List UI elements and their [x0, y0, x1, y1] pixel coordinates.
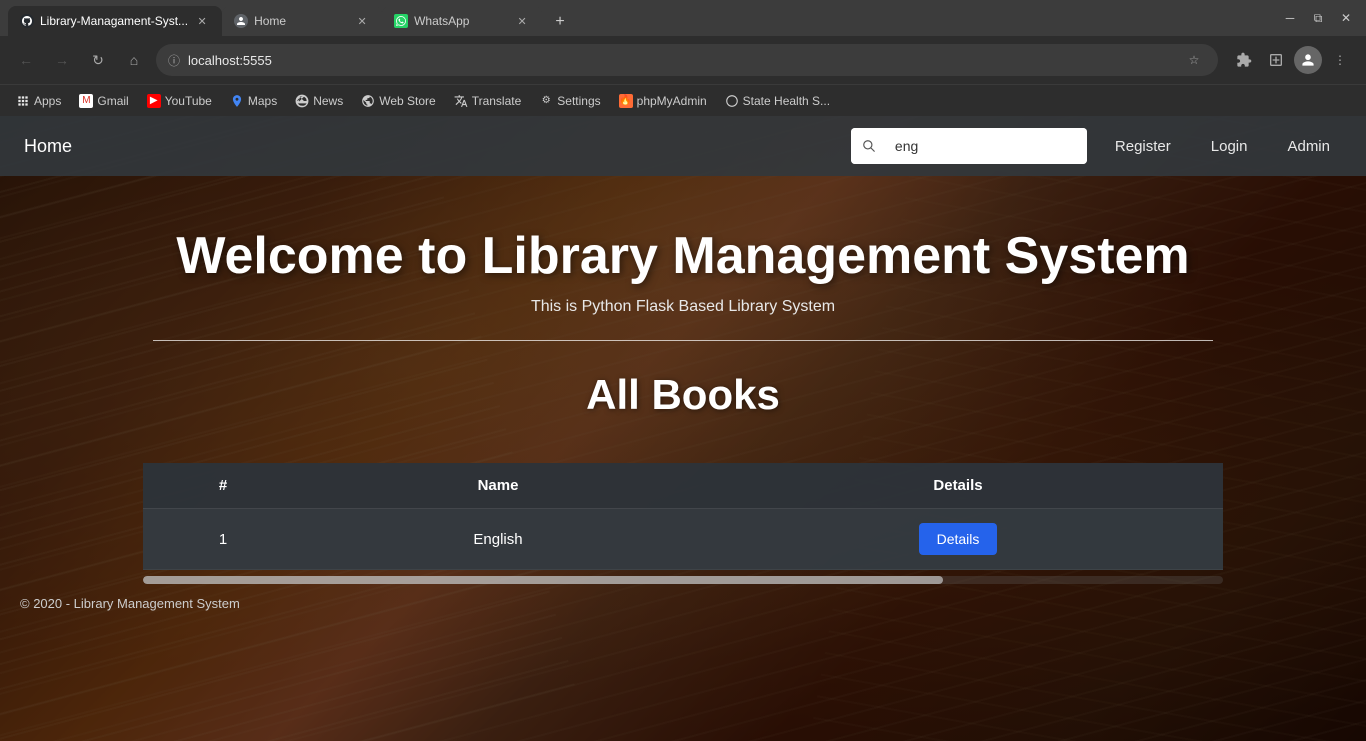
nav-admin-link[interactable]: Admin: [1275, 132, 1342, 161]
profile-button[interactable]: [1294, 46, 1322, 74]
lock-icon: ⓘ: [168, 52, 180, 69]
bookmark-statehealth-label: State Health S...: [743, 94, 830, 108]
tab-favicon-1: [20, 14, 34, 28]
close-button[interactable]: ✕: [1334, 6, 1358, 30]
tab-close-1[interactable]: ✕: [194, 13, 210, 29]
title-bar: Library-Managament-Syst... ✕ Home ✕ What…: [0, 0, 1366, 36]
statehealth-icon: [725, 94, 739, 108]
url-bar[interactable]: ⓘ localhost:5555 ☆: [156, 44, 1218, 76]
home-button[interactable]: ⌂: [120, 46, 148, 74]
nav-search: [851, 128, 1087, 164]
tab-home[interactable]: Home ✕: [222, 6, 382, 36]
translate-icon: [454, 94, 468, 108]
gmail-icon: M: [79, 94, 93, 108]
url-actions: ☆: [1182, 48, 1206, 72]
search-button[interactable]: [851, 128, 887, 164]
window-controls: ─ ⧉ ✕: [1278, 6, 1358, 30]
details-button[interactable]: Details: [919, 523, 998, 555]
bookmark-apps[interactable]: Apps: [8, 90, 69, 112]
nav-login-link[interactable]: Login: [1199, 132, 1260, 161]
settings-icon: ⚙: [539, 94, 553, 108]
maximize-button[interactable]: ⧉: [1306, 6, 1330, 30]
table-header: # Name Details: [143, 463, 1223, 509]
bookmark-webstore[interactable]: Web Store: [353, 90, 443, 112]
section-title: All Books: [586, 371, 780, 419]
nav-brand[interactable]: Home: [24, 136, 72, 157]
back-button[interactable]: ←: [12, 46, 40, 74]
tab-whatsapp[interactable]: WhatsApp ✕: [382, 6, 542, 36]
bookmark-phpmyadmin-label: phpMyAdmin: [637, 94, 707, 108]
table-body: 1 English Details: [143, 509, 1223, 570]
bookmark-youtube-label: YouTube: [165, 94, 212, 108]
col-header-details: Details: [693, 463, 1223, 509]
bookmark-news[interactable]: News: [287, 90, 351, 112]
youtube-icon: ▶: [147, 94, 161, 108]
bookmarks-bar: Apps M Gmail ▶ YouTube Maps News: [0, 84, 1366, 116]
reload-button[interactable]: ↻: [84, 46, 112, 74]
browser-actions: ⋮: [1230, 46, 1354, 74]
books-table-container: # Name Details 1 English Details: [143, 463, 1223, 584]
row-name: English: [303, 509, 693, 570]
horizontal-scrollbar[interactable]: [143, 576, 1223, 584]
bookmark-gmail-label: Gmail: [97, 94, 128, 108]
table-header-row: # Name Details: [143, 463, 1223, 509]
bookmark-news-label: News: [313, 94, 343, 108]
bookmark-translate-label: Translate: [472, 94, 522, 108]
tab-close-3[interactable]: ✕: [514, 13, 530, 29]
tab-title-1: Library-Managament-Syst...: [40, 14, 188, 28]
nav-register-link[interactable]: Register: [1103, 132, 1183, 161]
bookmark-gmail[interactable]: M Gmail: [71, 90, 136, 112]
bookmark-apps-label: Apps: [34, 94, 61, 108]
bookmark-settings-label: Settings: [557, 94, 600, 108]
phpmyadmin-icon: 🔥: [619, 94, 633, 108]
extensions-button[interactable]: [1230, 46, 1258, 74]
hero-title: Welcome to Library Management System: [176, 226, 1189, 286]
maps-icon: [230, 94, 244, 108]
website-content: Home Register Login Admin Welcome to Lib…: [0, 116, 1366, 741]
url-text: localhost:5555: [188, 53, 1174, 68]
bookmark-maps-label: Maps: [248, 94, 277, 108]
scrollbar-thumb: [143, 576, 943, 584]
new-tab-button[interactable]: +: [546, 8, 574, 36]
bookmark-star-icon[interactable]: ☆: [1182, 48, 1206, 72]
bookmark-webstore-label: Web Store: [379, 94, 435, 108]
webstore-icon: [361, 94, 375, 108]
bookmark-youtube[interactable]: ▶ YouTube: [139, 90, 220, 112]
tabs-container: Library-Managament-Syst... ✕ Home ✕ What…: [8, 0, 1270, 36]
minimize-button[interactable]: ─: [1278, 6, 1302, 30]
browser-chrome: Library-Managament-Syst... ✕ Home ✕ What…: [0, 0, 1366, 116]
footer: © 2020 - Library Management System: [0, 584, 1366, 623]
split-screen-button[interactable]: [1262, 46, 1290, 74]
tab-close-2[interactable]: ✕: [354, 13, 370, 29]
hero-divider: [153, 340, 1213, 341]
bookmark-phpmyadmin[interactable]: 🔥 phpMyAdmin: [611, 90, 715, 112]
search-input[interactable]: [887, 128, 1087, 164]
news-icon: [295, 94, 309, 108]
tab-library[interactable]: Library-Managament-Syst... ✕: [8, 6, 222, 36]
bookmark-statehealth[interactable]: State Health S...: [717, 90, 838, 112]
row-num: 1: [143, 509, 303, 570]
tab-favicon-3: [394, 14, 408, 28]
hero-content: Welcome to Library Management System Thi…: [0, 176, 1366, 463]
address-bar: ← → ↻ ⌂ ⓘ localhost:5555 ☆ ⋮: [0, 36, 1366, 84]
col-header-name: Name: [303, 463, 693, 509]
tab-title-2: Home: [254, 14, 348, 28]
hero-subtitle: This is Python Flask Based Library Syste…: [531, 298, 835, 316]
bookmark-maps[interactable]: Maps: [222, 90, 285, 112]
navbar: Home Register Login Admin: [0, 116, 1366, 176]
forward-button[interactable]: →: [48, 46, 76, 74]
tab-favicon-2: [234, 14, 248, 28]
tab-title-3: WhatsApp: [414, 14, 508, 28]
apps-icon: [16, 94, 30, 108]
bookmark-translate[interactable]: Translate: [446, 90, 530, 112]
footer-text: © 2020 - Library Management System: [20, 596, 240, 611]
col-header-num: #: [143, 463, 303, 509]
books-table: # Name Details 1 English Details: [143, 463, 1223, 570]
table-row: 1 English Details: [143, 509, 1223, 570]
bookmark-settings[interactable]: ⚙ Settings: [531, 90, 608, 112]
row-details-cell: Details: [693, 509, 1223, 570]
menu-button[interactable]: ⋮: [1326, 46, 1354, 74]
